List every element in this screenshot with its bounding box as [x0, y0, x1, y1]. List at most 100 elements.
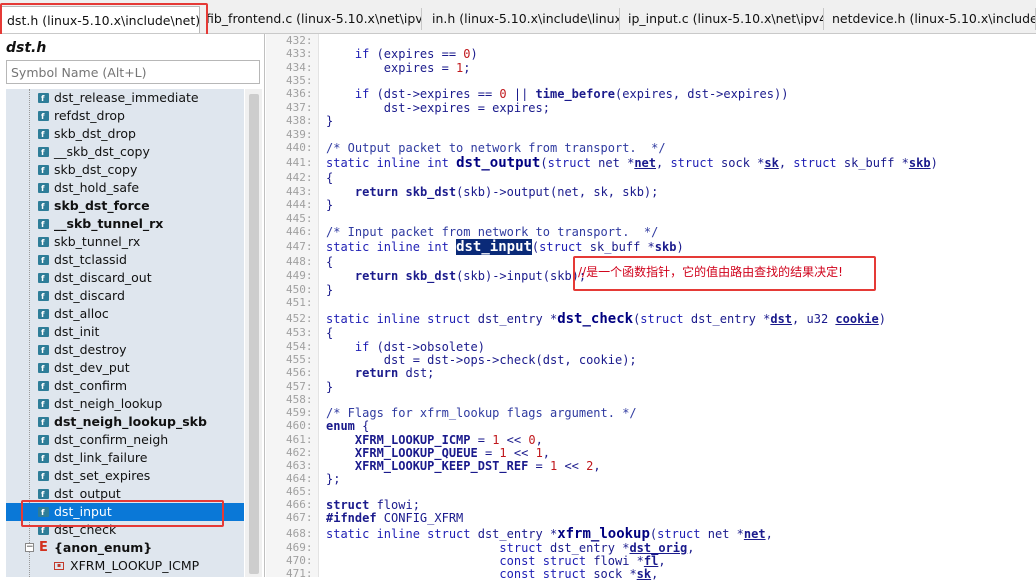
code-line: {: [326, 171, 334, 185]
code-line: if (dst->expires == 0 || time_before(exp…: [354, 87, 789, 101]
function-icon: [38, 450, 49, 468]
code-comment: /* Input packet from network to transpor…: [326, 225, 659, 239]
symbol-item[interactable]: __skb_tunnel_rx: [6, 215, 244, 234]
symbol-label: dst_alloc: [54, 306, 109, 321]
line-number: 455:: [286, 353, 313, 366]
function-icon: [38, 504, 49, 522]
symbol-label: skb_tunnel_rx: [54, 234, 141, 249]
line-number: 470:: [286, 554, 313, 567]
symbol-item[interactable]: dst_release_immediate: [6, 89, 244, 108]
symbol-item[interactable]: dst_link_failure: [6, 449, 244, 468]
function-icon: [38, 468, 49, 486]
symbol-item[interactable]: dst_destroy: [6, 341, 244, 360]
tab-ip-input-c[interactable]: ip_input.c (linux-5.10.x\net\ipv4): [622, 8, 824, 30]
symbol-item[interactable]: __skb_dst_copy: [6, 143, 244, 162]
line-number: 469:: [286, 541, 313, 554]
symbol-item[interactable]: dst_output: [6, 485, 244, 504]
enum-member-label: XFRM_LOOKUP_ICMP: [70, 558, 200, 573]
line-number: 437:: [286, 101, 313, 114]
symbol-label: dst_confirm: [54, 378, 128, 393]
symbol-label: dst_input: [54, 504, 112, 519]
symbol-label: dst_release_immediate: [54, 90, 199, 105]
symbol-item[interactable]: skb_dst_force: [6, 197, 244, 216]
tab-label: fib_frontend.c (linux-5.10.x\net\ipv4): [206, 11, 422, 26]
line-number: 460:: [286, 419, 313, 432]
code-line: const struct flowi *fl,: [499, 554, 666, 568]
line-number: 443:: [286, 185, 313, 198]
symbol-label: dst_neigh_lookup: [54, 396, 163, 411]
symbol-item[interactable]: dst_neigh_lookup_skb: [6, 413, 244, 432]
symbol-item-selected[interactable]: dst_input: [6, 503, 244, 522]
symbol-item[interactable]: dst_init: [6, 323, 244, 342]
code-line: const struct sock *sk,: [499, 567, 659, 581]
symbol-item[interactable]: dst_alloc: [6, 305, 244, 324]
symbol-label: dst_init: [54, 324, 100, 339]
symbol-label: dst_set_expires: [54, 468, 151, 483]
symbol-label: dst_check: [54, 522, 117, 537]
enum-node[interactable]: − E {anon_enum}: [6, 539, 244, 557]
enum-label: {anon_enum}: [54, 540, 153, 555]
line-number: 444:: [286, 198, 313, 211]
code-line: #ifndef CONFIG_XFRM: [326, 511, 464, 525]
symbol-label: dst_neigh_lookup_skb: [54, 414, 207, 429]
function-icon: [38, 432, 49, 450]
function-icon: [38, 288, 49, 306]
code-line: static inline int dst_output(struct net …: [326, 155, 938, 171]
symbol-item[interactable]: dst_check: [6, 521, 244, 540]
code-line: enum {: [326, 419, 370, 433]
symbol-item[interactable]: dst_discard: [6, 287, 244, 306]
symbol-item[interactable]: dst_confirm_neigh: [6, 431, 244, 450]
code-line: struct flowi;: [326, 498, 420, 512]
tab-dst-h[interactable]: dst.h (linux-5.10.x\include\net)×: [0, 6, 200, 33]
collapse-icon[interactable]: −: [25, 543, 34, 552]
symbol-item[interactable]: skb_dst_copy: [6, 161, 244, 180]
line-number: 433:: [286, 47, 313, 60]
line-number: 465:: [286, 485, 313, 498]
line-number: 451:: [286, 296, 313, 309]
line-number: 441:: [286, 156, 313, 169]
tab-label: dst.h (linux-5.10.x\include\net): [7, 13, 200, 28]
symbol-item[interactable]: dst_hold_safe: [6, 179, 244, 198]
line-number: 468:: [286, 527, 313, 540]
line-number: 464:: [286, 472, 313, 485]
line-number: 439:: [286, 128, 313, 141]
symbol-item[interactable]: dst_set_expires: [6, 467, 244, 486]
tab-in-h[interactable]: in.h (linux-5.10.x\include\linux): [426, 8, 620, 30]
code-line: }: [326, 198, 334, 212]
symbol-item[interactable]: skb_dst_drop: [6, 125, 244, 144]
line-number: 456:: [286, 366, 313, 379]
code-line: expires = 1;: [326, 61, 471, 75]
line-number: 462:: [286, 446, 313, 459]
code-line: };: [326, 472, 341, 486]
function-icon: [38, 108, 49, 126]
line-number: 466:: [286, 498, 313, 511]
file-title: dst.h: [6, 40, 47, 56]
symbol-item[interactable]: dst_neigh_lookup: [6, 395, 244, 414]
code-line: static inline struct dst_entry *dst_chec…: [326, 311, 886, 327]
symbol-item[interactable]: dst_dev_put: [6, 359, 244, 378]
tab-netdevice-h[interactable]: netdevice.h (linux-5.10.x\include\linux): [826, 8, 1036, 30]
symbol-label: dst_hold_safe: [54, 180, 140, 195]
line-number: 459:: [286, 406, 313, 419]
code-editor[interactable]: 432: 433: 434: 435: 436: 437: 438: 439: …: [266, 34, 1036, 581]
symbol-label: __skb_dst_copy: [54, 144, 150, 159]
symbol-item[interactable]: dst_discard_out: [6, 269, 244, 288]
symbol-item[interactable]: refdst_drop: [6, 107, 244, 126]
symbol-search-input[interactable]: [6, 60, 260, 84]
symbol-item[interactable]: dst_tclassid: [6, 251, 244, 270]
tab-fib-frontend-c[interactable]: fib_frontend.c (linux-5.10.x\net\ipv4): [200, 8, 422, 30]
enum-member-item[interactable]: ▪ XFRM_LOOKUP_ICMP: [6, 557, 244, 575]
code-line: XFRM_LOOKUP_QUEUE = 1 << 1,: [354, 446, 551, 460]
tab-label: in.h (linux-5.10.x\include\linux): [432, 11, 620, 26]
scrollbar-thumb[interactable]: [249, 94, 259, 574]
symbol-label: dst_link_failure: [54, 450, 148, 465]
symbol-label: dst_output: [54, 486, 121, 501]
symbol-item[interactable]: dst_confirm: [6, 377, 244, 396]
code-line: static inline int dst_input(struct sk_bu…: [326, 239, 684, 255]
code-area[interactable]: 432: 433: 434: 435: 436: 437: 438: 439: …: [266, 34, 1036, 581]
symbol-item[interactable]: skb_tunnel_rx: [6, 233, 244, 252]
symbol-label: dst_tclassid: [54, 252, 127, 267]
code-line: return dst;: [354, 366, 435, 380]
function-icon: [38, 486, 49, 504]
function-icon: [38, 324, 49, 342]
